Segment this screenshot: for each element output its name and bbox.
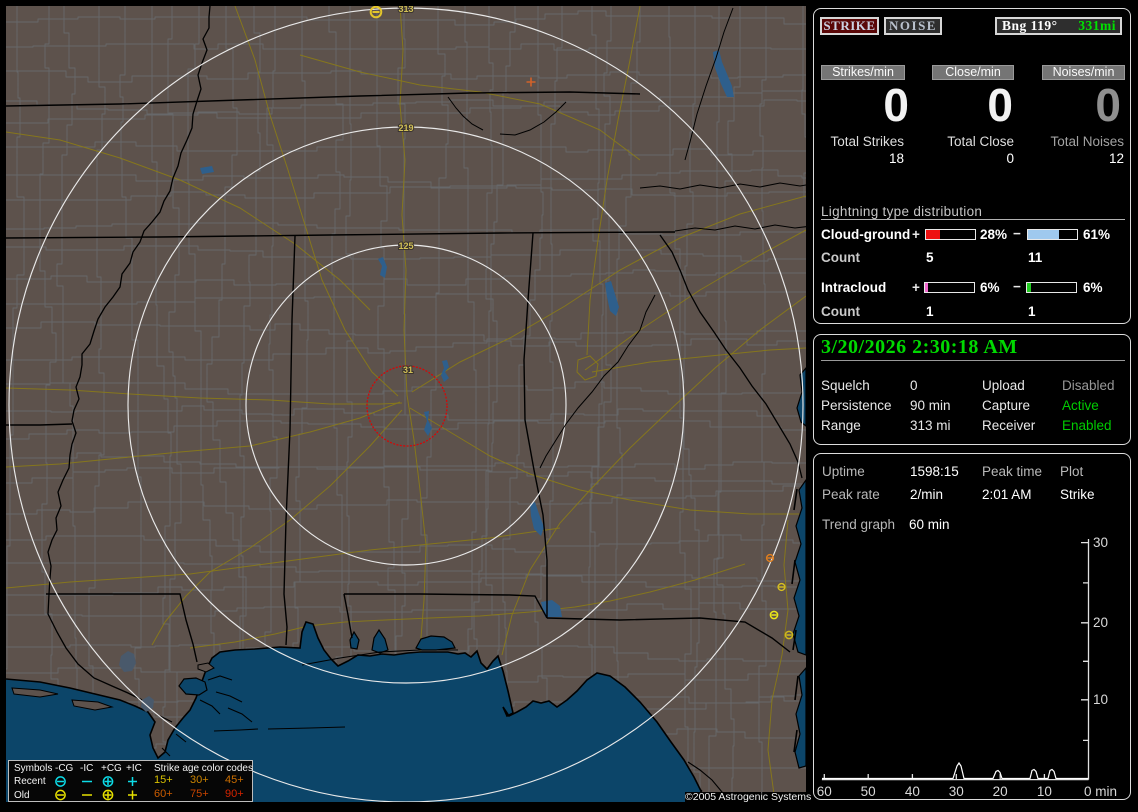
svg-text:60: 60 — [817, 784, 832, 799]
svg-text:10: 10 — [1093, 692, 1108, 707]
svg-text:313: 313 — [398, 6, 413, 14]
svg-text:30: 30 — [949, 784, 964, 799]
svg-text:20: 20 — [993, 784, 1008, 799]
svg-text:10: 10 — [1037, 784, 1052, 799]
svg-text:40: 40 — [905, 784, 920, 799]
svg-text:30: 30 — [1093, 535, 1108, 550]
svg-text:125: 125 — [398, 241, 413, 251]
svg-text:0 min: 0 min — [1084, 784, 1117, 799]
svg-text:219: 219 — [398, 123, 413, 133]
svg-text:50: 50 — [861, 784, 876, 799]
svg-text:31: 31 — [403, 365, 413, 375]
svg-text:20: 20 — [1093, 615, 1108, 630]
